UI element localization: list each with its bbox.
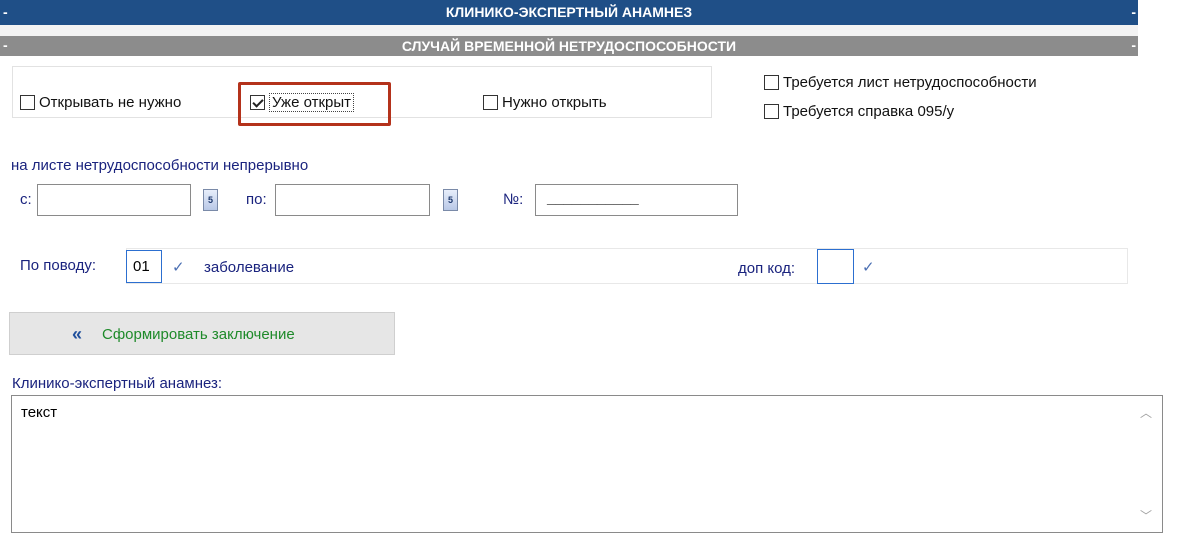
anamnesis-textarea[interactable]: текст ︿ ﹀ [11,395,1163,533]
section-bar: - СЛУЧАЙ ВРЕМЕННОЙ НЕТРУДОСПОСОБНОСТИ - [0,36,1138,56]
from-calendar-icon[interactable]: 5 [203,189,218,211]
header-title: КЛИНИКО-ЭКСПЕРТНЫЙ АНАМНЕЗ [445,4,693,20]
option-not-needed-label: Открывать не нужно [39,93,182,111]
number-value: ___________ [547,190,639,207]
section-title: СЛУЧАЙ ВРЕМЕННОЙ НЕТРУДОСПОСОБНОСТИ [401,38,737,54]
generate-conclusion-label: Сформировать заключение [102,326,295,343]
option-sick-leave-required-label: Требуется лист нетрудоспособности [783,73,1037,91]
reason-dropdown-icon[interactable]: ✓ [172,258,185,276]
scroll-up-icon[interactable]: ︿ [1140,404,1152,421]
from-label: с: [20,191,32,208]
checkbox-not-needed[interactable] [20,94,35,110]
option-sick-leave-required[interactable]: Требуется лист нетрудоспособности [764,73,1037,91]
option-need-open[interactable]: Нужно открыть [483,93,607,111]
collapse-marker-right[interactable]: - [1131,4,1136,20]
period-heading: на листе нетрудоспособности непрерывно [11,157,309,174]
reason-text: заболевание [204,259,295,276]
header-spacer [0,25,1138,36]
extra-code-label: доп код: [738,260,796,277]
double-chevron-left-icon: « [72,324,83,344]
to-label: по: [246,191,267,208]
reason-code-input[interactable]: 01 [126,250,162,283]
option-certificate-required-label: Требуется справка 095/у [783,102,955,120]
anamnesis-text: текст [21,404,58,421]
checkbox-need-open[interactable] [483,94,498,110]
to-date-input[interactable] [275,184,430,216]
from-date-input[interactable] [37,184,191,216]
option-certificate-required[interactable]: Требуется справка 095/у [764,102,954,120]
anamnesis-label: Клинико-экспертный анамнез: [12,375,223,392]
number-label: №: [503,191,524,208]
header-bar: - КЛИНИКО-ЭКСПЕРТНЫЙ АНАМНЕЗ - [0,0,1138,25]
number-input[interactable]: ___________ [535,184,738,216]
scroll-down-icon[interactable]: ﹀ [1140,507,1152,524]
highlight-frame [238,82,391,126]
checkbox-sick-leave-required[interactable] [764,74,779,90]
reason-label: По поводу: [20,257,96,274]
section-collapse-marker-right[interactable]: - [1131,37,1136,53]
option-not-needed[interactable]: Открывать не нужно [20,93,181,111]
to-calendar-icon[interactable]: 5 [443,189,458,211]
checkbox-certificate-required[interactable] [764,103,779,119]
extra-code-input[interactable] [817,249,854,284]
reason-code-value: 01 [133,258,150,275]
extra-code-dropdown-icon[interactable]: ✓ [862,258,875,276]
generate-conclusion-button[interactable]: « Сформировать заключение [9,312,395,355]
option-need-open-label: Нужно открыть [502,93,607,111]
